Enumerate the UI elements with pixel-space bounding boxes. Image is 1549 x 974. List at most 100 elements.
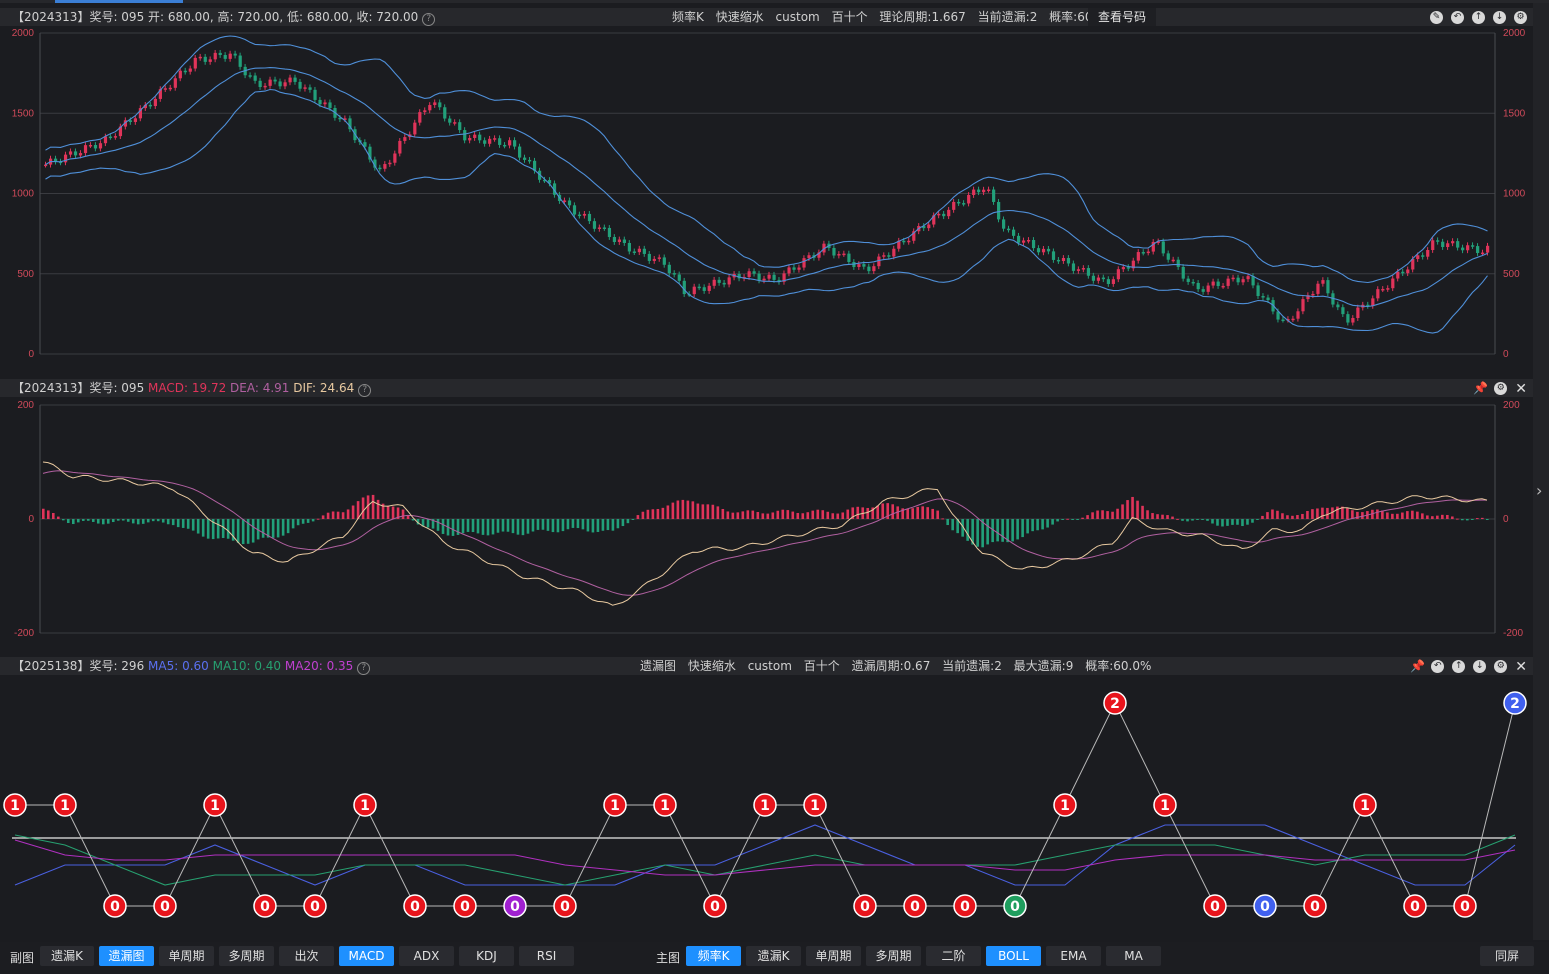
macd-bar bbox=[1406, 511, 1409, 519]
settings-icon[interactable]: ⚙ bbox=[1494, 382, 1508, 395]
candle bbox=[1456, 241, 1460, 248]
miss-mode[interactable]: 遗漏图 bbox=[640, 659, 676, 673]
view-code-button[interactable]: 查看号码 bbox=[1088, 8, 1157, 26]
chevron-right-icon[interactable]: › bbox=[1536, 481, 1542, 500]
macd-bar bbox=[241, 519, 245, 545]
candle bbox=[1446, 243, 1450, 248]
candle bbox=[1241, 279, 1245, 283]
macd-bar bbox=[1396, 513, 1399, 519]
macd-bar bbox=[491, 519, 495, 535]
macd-bar bbox=[1386, 512, 1389, 519]
miss-custom[interactable]: custom bbox=[748, 659, 792, 673]
miss-node-label: 0 bbox=[1210, 899, 1220, 915]
main-btn-second-order[interactable]: 二阶 bbox=[926, 946, 981, 966]
macd-bar bbox=[1481, 517, 1484, 519]
miss-node-label: 0 bbox=[1310, 899, 1320, 915]
miss-position[interactable]: 百十个 bbox=[804, 659, 840, 673]
close-icon[interactable]: ✕ bbox=[1515, 658, 1527, 676]
candle bbox=[393, 153, 397, 163]
candle bbox=[183, 70, 187, 73]
macd-bar bbox=[306, 519, 310, 523]
sub-btn-miss-chart[interactable]: 遗漏图 bbox=[99, 946, 154, 966]
undo-icon[interactable]: ↶ bbox=[1451, 11, 1464, 24]
main-btn-boll[interactable]: BOLL bbox=[986, 946, 1041, 966]
main-btn-ma[interactable]: MA bbox=[1106, 946, 1161, 966]
sub-btn-miss-k[interactable]: 遗漏K bbox=[40, 946, 94, 966]
macd-bar bbox=[116, 519, 120, 521]
candle bbox=[1002, 219, 1006, 229]
macd-bar bbox=[916, 506, 919, 519]
candle bbox=[1486, 245, 1490, 253]
kline-filter[interactable]: 快速缩水 bbox=[716, 10, 764, 24]
macd-bar bbox=[536, 519, 540, 530]
sub-btn-adx[interactable]: ADX bbox=[399, 946, 454, 966]
macd-bar bbox=[1251, 519, 1254, 523]
macd-bar bbox=[1136, 500, 1139, 519]
move-down-icon[interactable]: ↓ bbox=[1493, 11, 1506, 24]
kline-position[interactable]: 百十个 bbox=[832, 10, 868, 24]
main-btn-miss-k[interactable]: 遗漏K bbox=[746, 946, 801, 966]
candle bbox=[308, 87, 312, 90]
candle bbox=[727, 277, 731, 285]
same-screen-button[interactable]: 同屏 bbox=[1480, 946, 1534, 966]
candle bbox=[263, 85, 267, 88]
macd-bar bbox=[731, 512, 735, 519]
settings-icon[interactable]: ⚙ bbox=[1514, 11, 1527, 24]
move-up-icon[interactable]: ↑ bbox=[1472, 11, 1485, 24]
kline-chart[interactable]: 2000 2000 1500 1500 1000 1000 500 500 0 0 bbox=[0, 26, 1533, 366]
help-icon[interactable]: ? bbox=[358, 384, 372, 397]
candle bbox=[797, 267, 801, 270]
miss-filter[interactable]: 快速缩水 bbox=[688, 659, 736, 673]
sub-btn-rsi[interactable]: RSI bbox=[519, 946, 574, 966]
sub-btn-multi-period[interactable]: 多周期 bbox=[219, 946, 274, 966]
kline-mode[interactable]: 频率K bbox=[672, 10, 704, 24]
settings-icon[interactable]: ⚙ bbox=[1494, 660, 1508, 673]
candle bbox=[947, 209, 951, 217]
macd-chart[interactable]: 200 200 0 0 -200 -200 bbox=[0, 397, 1533, 643]
candle bbox=[1046, 248, 1051, 252]
main-btn-ema[interactable]: EMA bbox=[1046, 946, 1101, 966]
right-collapse-strip[interactable]: › bbox=[1533, 3, 1549, 940]
edit-icon[interactable]: ✎ bbox=[1430, 11, 1443, 24]
candle bbox=[218, 52, 222, 56]
macd-bar bbox=[711, 504, 715, 519]
macd-bar bbox=[811, 510, 815, 519]
close-icon[interactable]: ✕ bbox=[1515, 380, 1527, 398]
pin-icon[interactable]: 📌 bbox=[1473, 382, 1488, 395]
help-icon[interactable]: ? bbox=[357, 662, 371, 675]
macd-bar bbox=[741, 511, 745, 519]
macd-bar bbox=[481, 519, 485, 535]
macd-bar bbox=[976, 519, 979, 547]
macd-bar bbox=[1326, 507, 1329, 519]
help-icon[interactable]: ? bbox=[422, 13, 436, 26]
pin-icon[interactable]: 📌 bbox=[1410, 660, 1425, 673]
sub-btn-kdj[interactable]: KDJ bbox=[459, 946, 514, 966]
main-btn-single-period[interactable]: 单周期 bbox=[806, 946, 861, 966]
candle bbox=[498, 138, 502, 145]
macd-bar bbox=[1276, 510, 1279, 519]
candle bbox=[98, 143, 103, 149]
macd-bar bbox=[1111, 511, 1114, 519]
candle bbox=[1421, 255, 1425, 257]
candle bbox=[952, 201, 956, 210]
miss-toolbar: 📌 ↶ ↑ ↓ ⚙ ✕ bbox=[1402, 657, 1527, 676]
undo-icon[interactable]: ↶ bbox=[1431, 660, 1445, 673]
sub-btn-occurrence[interactable]: 出次 bbox=[279, 946, 334, 966]
main-btn-freq-k[interactable]: 频率K bbox=[686, 946, 741, 966]
move-up-icon[interactable]: ↑ bbox=[1452, 660, 1466, 673]
sub-btn-macd[interactable]: MACD bbox=[339, 946, 394, 966]
macd-bar bbox=[631, 519, 635, 520]
macd-bar bbox=[156, 519, 160, 522]
miss-node-label: 1 bbox=[10, 798, 20, 814]
main-btn-multi-period[interactable]: 多周期 bbox=[866, 946, 921, 966]
macd-bar bbox=[251, 519, 255, 543]
macd-bar bbox=[1476, 518, 1479, 520]
macd-bar bbox=[1151, 513, 1154, 519]
kline-custom[interactable]: custom bbox=[776, 10, 820, 24]
macd-bar bbox=[891, 504, 895, 519]
sub-btn-single-period[interactable]: 单周期 bbox=[159, 946, 214, 966]
candle bbox=[902, 240, 906, 243]
candle bbox=[1291, 318, 1295, 321]
move-down-icon[interactable]: ↓ bbox=[1473, 660, 1487, 673]
miss-chart[interactable]: 1 1 0 0 1 0 0 1 0 0 0 0 1 1 0 1 1 0 0 0 0 1 2 1 0 0 0 1 0 0 2 bbox=[0, 676, 1533, 938]
